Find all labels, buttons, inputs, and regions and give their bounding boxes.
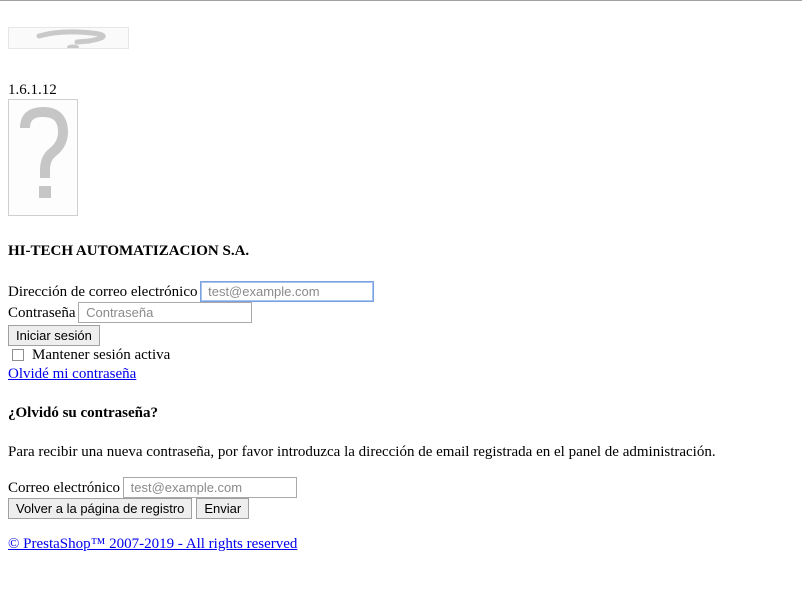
login-submit-row: Iniciar sesión (8, 325, 100, 346)
forgot-heading: ¿Olvidó su contraseña? (8, 405, 159, 421)
window-top-border (0, 0, 802, 1)
forgot-email-input[interactable] (123, 477, 298, 498)
send-button[interactable]: Enviar (196, 498, 250, 519)
login-button[interactable]: Iniciar sesión (8, 325, 100, 346)
stay-logged-in-checkbox[interactable] (12, 349, 24, 361)
email-input[interactable] (200, 281, 375, 302)
password-input[interactable] (78, 302, 253, 323)
broken-logo-icon (8, 27, 129, 49)
stay-logged-in-row: Mantener sesión activa (8, 346, 170, 364)
footer-row: © PrestaShop™ 2007-2019 - All rights res… (8, 535, 297, 553)
forgot-email-row: Correo electrónico (8, 477, 298, 498)
stay-logged-in-label: Mantener sesión activa (32, 347, 171, 363)
version-label: 1.6.1.12 (8, 82, 57, 98)
email-label: Dirección de correo electrónico (8, 283, 198, 300)
forgot-link-row: Olvidé mi contraseña (8, 365, 136, 383)
password-row: Contraseña (8, 302, 253, 323)
password-label: Contraseña (8, 304, 76, 321)
forgot-buttons-row: Volver a la página de registro Enviar (8, 498, 250, 519)
shop-name: HI-TECH AUTOMATIZACION S.A. (8, 243, 250, 259)
copyright-link[interactable]: © PrestaShop™ 2007-2019 - All rights res… (8, 535, 297, 553)
forgot-email-label: Correo electrónico (8, 479, 121, 496)
broken-image-icon (8, 99, 78, 216)
forgot-instructions: Para recibir una nueva contraseña, por f… (8, 444, 716, 460)
back-to-login-button[interactable]: Volver a la página de registro (8, 498, 193, 519)
email-row: Dirección de correo electrónico (8, 281, 375, 302)
forgot-password-link[interactable]: Olvidé mi contraseña (8, 365, 136, 383)
